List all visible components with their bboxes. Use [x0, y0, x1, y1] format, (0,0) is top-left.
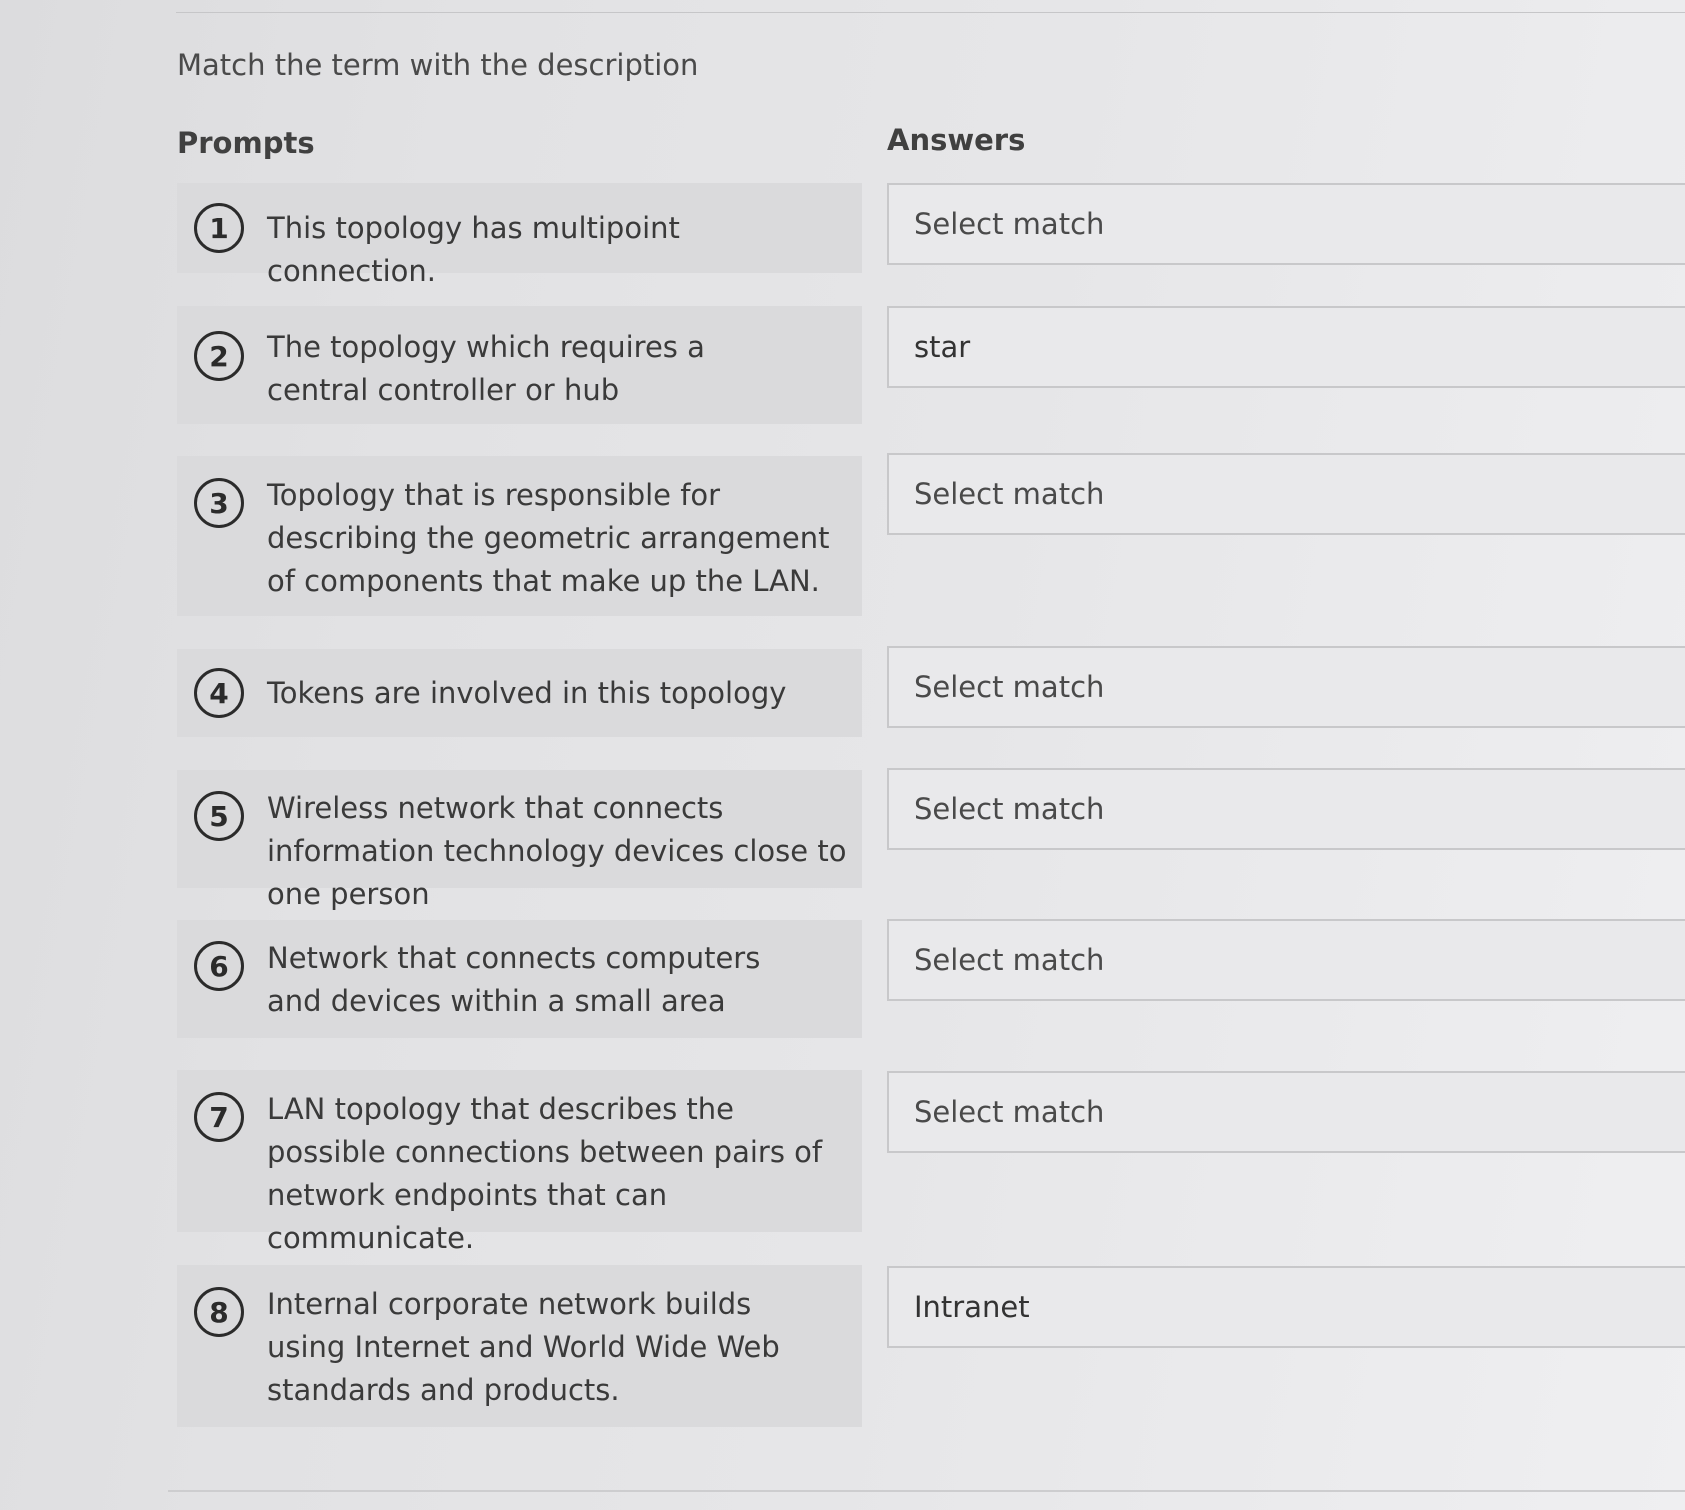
prompt-text: The topology which requires a central co… — [267, 330, 705, 407]
prompt-number-badge: 2 — [194, 331, 244, 381]
top-divider — [176, 12, 1685, 13]
prompt-number-badge: 5 — [194, 791, 244, 841]
answer-select-value: Intranet — [914, 1290, 1030, 1324]
prompts-heading: Prompts — [177, 126, 315, 160]
prompt-text: Tokens are involved in this topology — [267, 676, 787, 710]
prompt-number-badge: 7 — [194, 1092, 244, 1142]
prompt-number-badge: 3 — [194, 478, 244, 528]
bottom-divider — [168, 1490, 1685, 1492]
prompt-text: Internal corporate network builds using … — [267, 1287, 780, 1407]
answer-select-4[interactable]: Select match — [887, 646, 1685, 728]
prompt-number-badge: 8 — [194, 1287, 244, 1337]
prompt-number-badge: 4 — [194, 668, 244, 718]
answer-select-8[interactable]: Intranet — [887, 1266, 1685, 1348]
prompt-card-6: 6 Network that connects computers and de… — [177, 920, 862, 1038]
answer-select-1[interactable]: Select match — [887, 183, 1685, 265]
prompt-number-badge: 6 — [194, 941, 244, 991]
prompt-card-3: 3 Topology that is responsible for descr… — [177, 456, 862, 616]
prompt-text: Wireless network that connects informati… — [267, 791, 847, 911]
prompt-text: This topology has multipoint connection. — [267, 211, 680, 288]
prompt-number-badge: 1 — [194, 203, 244, 253]
answer-select-value: Select match — [914, 477, 1105, 511]
answer-select-2[interactable]: star — [887, 306, 1685, 388]
answer-select-7[interactable]: Select match — [887, 1071, 1685, 1153]
prompt-text: LAN topology that describes the possible… — [267, 1092, 823, 1255]
prompt-card-5: 5 Wireless network that connects informa… — [177, 770, 862, 911]
prompt-card-2: 2 The topology which requires a central … — [177, 306, 862, 424]
answer-select-6[interactable]: Select match — [887, 919, 1685, 1001]
question-instruction: Match the term with the description — [177, 48, 699, 82]
answer-select-3[interactable]: Select match — [887, 453, 1685, 535]
prompt-card-4: 4 Tokens are involved in this topology — [177, 649, 862, 737]
prompt-card-7: 7 LAN topology that describes the possib… — [177, 1070, 862, 1255]
answer-select-value: Select match — [914, 1095, 1105, 1129]
prompt-card-8: 8 Internal corporate network builds usin… — [177, 1265, 862, 1427]
answer-select-value: star — [914, 330, 971, 364]
prompt-text: Network that connects computers and devi… — [267, 941, 761, 1018]
answer-select-value: Select match — [914, 207, 1105, 241]
answer-select-value: Select match — [914, 943, 1105, 977]
answers-heading: Answers — [887, 123, 1026, 157]
answer-select-value: Select match — [914, 670, 1105, 704]
prompt-text: Topology that is responsible for describ… — [267, 478, 830, 598]
answer-select-5[interactable]: Select match — [887, 768, 1685, 850]
answer-select-value: Select match — [914, 792, 1105, 826]
prompt-card-1: 1 This topology has multipoint connectio… — [177, 183, 862, 288]
